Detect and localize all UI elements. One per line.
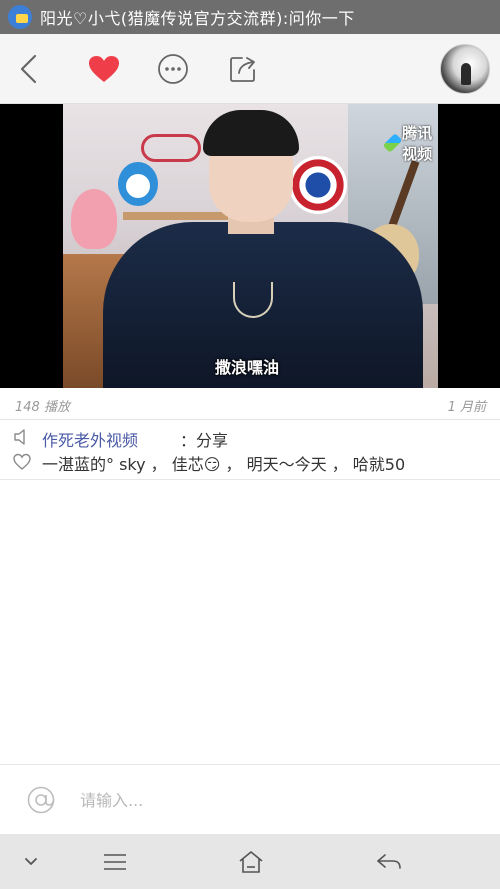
- back-arrow-icon: [377, 854, 401, 869]
- system-back-button[interactable]: [373, 846, 405, 878]
- more-button[interactable]: [152, 48, 194, 90]
- share-author-link[interactable]: 作死老外视频: [42, 427, 138, 451]
- menu-icon: [104, 854, 126, 870]
- top-nav-bar: [0, 34, 500, 104]
- likes-names[interactable]: 一湛蓝的° sky ， 佳芯😏 ， 明天～今天 ， 哈就50: [42, 451, 405, 475]
- hide-nav-button[interactable]: [15, 846, 47, 878]
- user-avatar[interactable]: [440, 44, 490, 94]
- menu-button[interactable]: [99, 846, 131, 878]
- back-chevron-icon: [20, 54, 37, 84]
- home-icon: [239, 851, 263, 873]
- play-count: 148 播放: [15, 400, 70, 415]
- system-nav-bar: [0, 834, 500, 889]
- video-watermark: 腾讯视频: [382, 122, 438, 164]
- back-button[interactable]: [8, 48, 50, 90]
- watermark-text: 腾讯视频: [402, 124, 433, 163]
- post-time: 1 月前: [447, 400, 486, 415]
- like-button[interactable]: [83, 48, 125, 90]
- tencent-video-logo-icon: [382, 133, 403, 153]
- status-bar: 阳光♡小弋(猎魔传说官方交流群):问你一下: [0, 0, 500, 34]
- likes-info: 一湛蓝的° sky ， 佳芯😏 ， 明天～今天 ， 哈就50: [0, 450, 500, 480]
- heart-outline-icon: [13, 453, 31, 470]
- chevron-down-icon: [25, 858, 37, 865]
- speaker-icon: [14, 429, 25, 445]
- at-icon[interactable]: [26, 785, 56, 815]
- video-thumbnail: 腾讯视频 撒浪嘿油: [63, 104, 438, 388]
- notification-text: 阳光♡小弋(猎魔传说官方交流群):问你一下: [40, 9, 355, 28]
- chat-app-icon: [8, 5, 32, 29]
- video-meta: 148 播放 1 月前: [0, 388, 500, 420]
- video-caption: 撒浪嘿油: [215, 358, 280, 377]
- video-player[interactable]: 腾讯视频 撒浪嘿油: [0, 104, 500, 388]
- comment-bar: [0, 764, 500, 834]
- more-dots-icon: [158, 54, 188, 84]
- share-action-text: ：分享: [180, 431, 229, 450]
- comment-input[interactable]: [80, 783, 470, 817]
- share-button[interactable]: [222, 48, 264, 90]
- share-out-icon: [230, 57, 255, 82]
- home-button[interactable]: [235, 846, 267, 878]
- heart-filled-icon: [89, 56, 119, 82]
- share-info: 作死老外视频 ：分享: [0, 424, 500, 450]
